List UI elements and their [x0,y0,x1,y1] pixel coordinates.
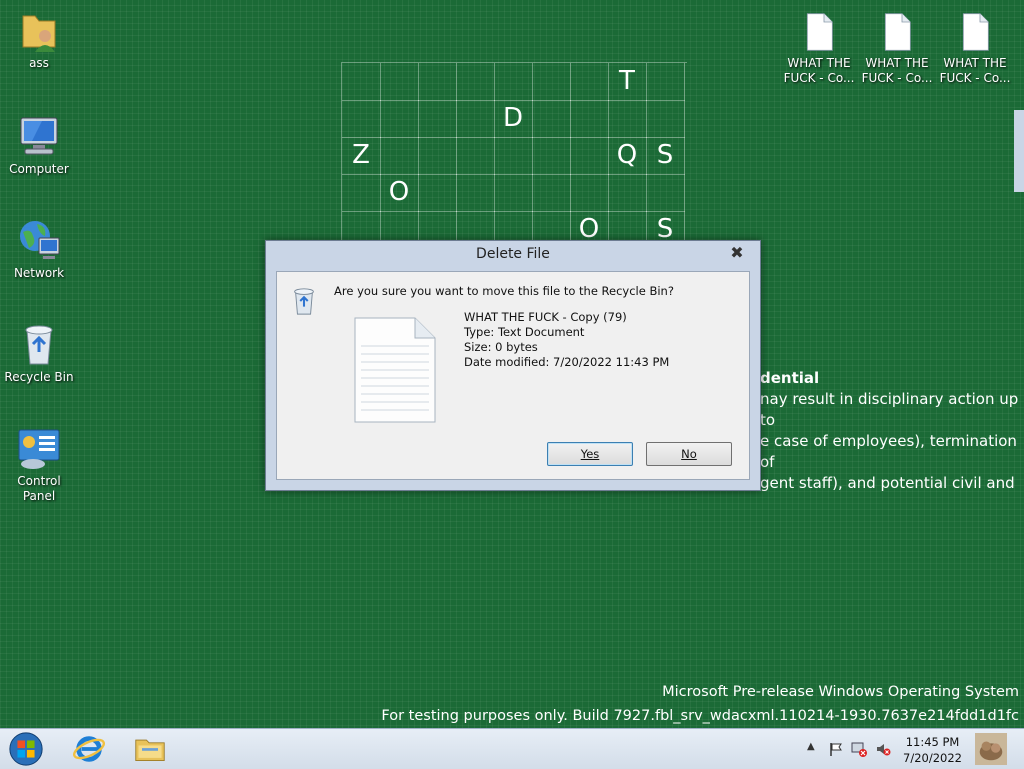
start-button[interactable] [6,730,46,768]
internet-explorer-icon[interactable] [72,732,106,766]
desktop-icon-computer[interactable]: Computer [0,112,78,177]
grid-letter[interactable]: D [494,100,533,138]
desktop-file-3[interactable]: WHAT THE FUCK - Co... [936,10,1014,86]
text-file-icon [884,13,911,51]
file-info: WHAT THE FUCK - Copy (79) Type: Text Doc… [464,310,669,370]
desktop-icon-label: Recycle Bin [4,370,74,384]
file-name: WHAT THE FUCK - Copy (79) [464,310,627,324]
yes-button[interactable]: Yes [547,442,633,466]
text-file-icon [962,13,989,51]
offscreen-window-edge [1014,110,1024,192]
background-heading: dential [760,369,820,387]
taskbar: ▲ 11:45 PM 7/20/2022 [0,728,1024,769]
desktop-file-label: WHAT THE [865,56,929,70]
clock-time: 11:45 PM [905,735,960,749]
action-center-flag-icon[interactable] [828,741,844,757]
desktop-icon-label: Computer [9,162,69,176]
show-hidden-icons-icon[interactable]: ▲ [807,741,815,752]
dialog-title: Delete File [476,246,550,262]
text-file-icon [806,13,833,51]
letter-grid: T D Z Q S O O S [341,62,687,253]
desktop-file-label: WHAT THE [787,56,851,70]
watermark-line-1: Microsoft Pre-release Windows Operating … [662,684,1019,700]
desktop-icon-recycle-bin[interactable]: Recycle Bin [0,320,78,385]
desktop-file-label: WHAT THE [943,56,1007,70]
recycle-bin-icon [25,325,53,365]
confirm-question: Are you sure you want to move this file … [334,284,674,298]
recycle-bin-icon [294,288,314,315]
desktop-file-1[interactable]: WHAT THE FUCK - Co... [780,10,858,86]
background-line: nay result in disciplinary action up to [760,390,1019,429]
volume-muted-icon[interactable] [875,741,891,757]
file-size: Size: 0 bytes [464,340,538,354]
watermark-line-2: For testing purposes only. Build 7927.fb… [381,708,1019,724]
computer-icon [20,117,58,155]
clock-date: 7/20/2022 [903,751,962,765]
desktop-icon-label: Network [13,266,65,280]
background-document-text: dential nay result in disciplinary actio… [760,368,1024,494]
desktop-icon-label: Control Panel [17,474,61,503]
grid-letter[interactable]: Q [608,137,647,175]
dialog-body: Are you sure you want to move this file … [276,271,750,480]
background-line: e case of employees), termination of [760,432,1017,471]
delete-file-dialog: Delete File ✖ Are you sure you want to m… [265,240,761,491]
grid-letter[interactable]: T [608,63,647,101]
desktop-icon-user-folder[interactable]: ass [0,6,78,71]
desktop-file-label: FUCK - Co... [783,71,855,85]
network-disconnected-icon[interactable] [851,741,867,757]
network-icon [20,221,60,259]
file-type: Type: Text Document [464,325,585,339]
desktop-icon-label: ass [29,56,49,70]
user-avatar[interactable] [974,733,1008,765]
desktop-icon-network[interactable]: Network [0,216,78,281]
no-button[interactable]: No [646,442,732,466]
desktop-icon-control-panel[interactable]: Control Panel [0,424,78,504]
yes-button-label: Yes [580,447,600,461]
no-button-label: No [681,447,697,461]
user-folder-icon [22,15,56,52]
close-button[interactable]: ✖ [728,243,746,262]
file-explorer-icon[interactable] [133,733,167,765]
background-line: gent staff), and potential civil and [760,474,1015,492]
file-date-modified: Date modified: 7/20/2022 11:43 PM [464,355,670,369]
desktop-file-2[interactable]: WHAT THE FUCK - Co... [858,10,936,86]
grid-letter[interactable]: Z [342,137,381,175]
clock[interactable]: 11:45 PM 7/20/2022 [903,734,962,766]
grid-letter[interactable]: S [646,137,685,175]
grid-letter[interactable]: O [380,174,419,212]
desktop-file-label: FUCK - Co... [861,71,933,85]
text-document-icon [354,317,436,423]
control-panel-icon [18,429,60,469]
desktop-file-label: FUCK - Co... [939,71,1011,85]
